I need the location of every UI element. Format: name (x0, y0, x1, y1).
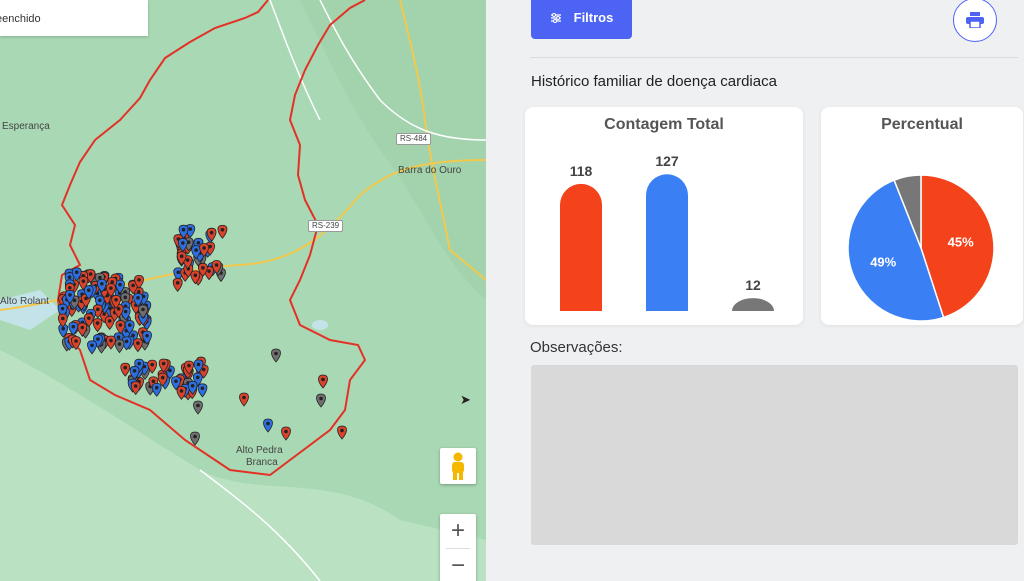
observacoes-label: Observações: (530, 339, 623, 356)
pegman-icon (452, 452, 464, 480)
bar-2 (732, 298, 774, 311)
road-badge-rs484: RS-484 (396, 133, 432, 145)
map-marker-icon (337, 425, 347, 440)
map-marker-icon (92, 318, 103, 333)
map-marker-icon (176, 385, 187, 400)
map-marker-icon (120, 362, 131, 377)
map-canvas[interactable] (0, 0, 486, 581)
map-marker-icon (263, 418, 273, 433)
print-button[interactable] (953, 0, 997, 42)
bar-0 (560, 183, 602, 311)
map-marker-icon (239, 392, 249, 407)
street-view-pegman[interactable] (440, 448, 476, 484)
map-marker-icon (190, 431, 200, 446)
terrain-patch (0, 350, 486, 581)
map-marker-icon (271, 348, 281, 363)
legend-box: eenchido (0, 0, 148, 36)
map-marker-icon (172, 277, 183, 292)
printer-icon (966, 12, 984, 28)
mouse-cursor-icon: ➤ (460, 392, 471, 407)
bar-value-label-0: 118 (570, 163, 593, 179)
pie-chart: 45% 49% (847, 174, 995, 322)
observacoes-textarea[interactable] (531, 365, 1018, 545)
map-marker-icon (130, 381, 141, 396)
bar-chart: 118 127 12 (560, 153, 774, 311)
place-label-alto-rolante: Alto Rolant (0, 296, 49, 307)
bar-value-label-1: 127 (655, 153, 679, 169)
road-badge-rs239: RS-239 (308, 220, 344, 232)
legend-text: eenchido (0, 13, 41, 25)
map-marker-icon (316, 393, 326, 408)
filter-sliders-icon (550, 12, 561, 23)
map-view[interactable]: eenchido Esperança Barra do Ouro Alto Ro… (0, 0, 486, 581)
terrain-patch (300, 0, 486, 300)
map-marker-icon (151, 382, 162, 397)
map-marker-icon (318, 374, 328, 389)
side-panel: Filtros Histórico familiar de doença car… (486, 0, 1024, 581)
zoom-out-button[interactable]: − (440, 549, 476, 581)
map-marker-icon (132, 338, 143, 353)
bar-1 (646, 174, 688, 311)
bar-chart-card: Contagem Total 118 127 12 (525, 107, 803, 325)
zoom-control: + − (440, 514, 476, 581)
pie-label-1: 49% (870, 255, 896, 270)
lake (312, 320, 328, 330)
pie-label-0: 45% (948, 235, 974, 250)
place-label-esperanca: Esperança (2, 121, 50, 132)
filtros-button[interactable]: Filtros (531, 0, 632, 39)
divider (530, 57, 1018, 58)
map-marker-icon (217, 224, 228, 239)
zoom-in-button[interactable]: + (440, 514, 476, 548)
pie-chart-card: Percentual 45% 49% (821, 107, 1023, 325)
map-marker-icon (106, 335, 116, 350)
place-label-alto-pedra-branca: Alto Pedra (236, 445, 283, 456)
bar-value-label-2: 12 (745, 277, 761, 293)
section-title: Histórico familiar de doença cardiaca (531, 73, 777, 90)
filtros-label: Filtros (573, 10, 614, 25)
place-label-alto-pedra-branca-2: Branca (246, 457, 278, 468)
map-marker-icon (197, 383, 208, 398)
map-marker-icon (281, 426, 291, 441)
place-label-barra-do-ouro: Barra do Ouro (398, 165, 462, 176)
map-marker-icon (87, 340, 97, 355)
map-marker-icon (114, 339, 125, 354)
map-marker-icon (193, 400, 203, 415)
